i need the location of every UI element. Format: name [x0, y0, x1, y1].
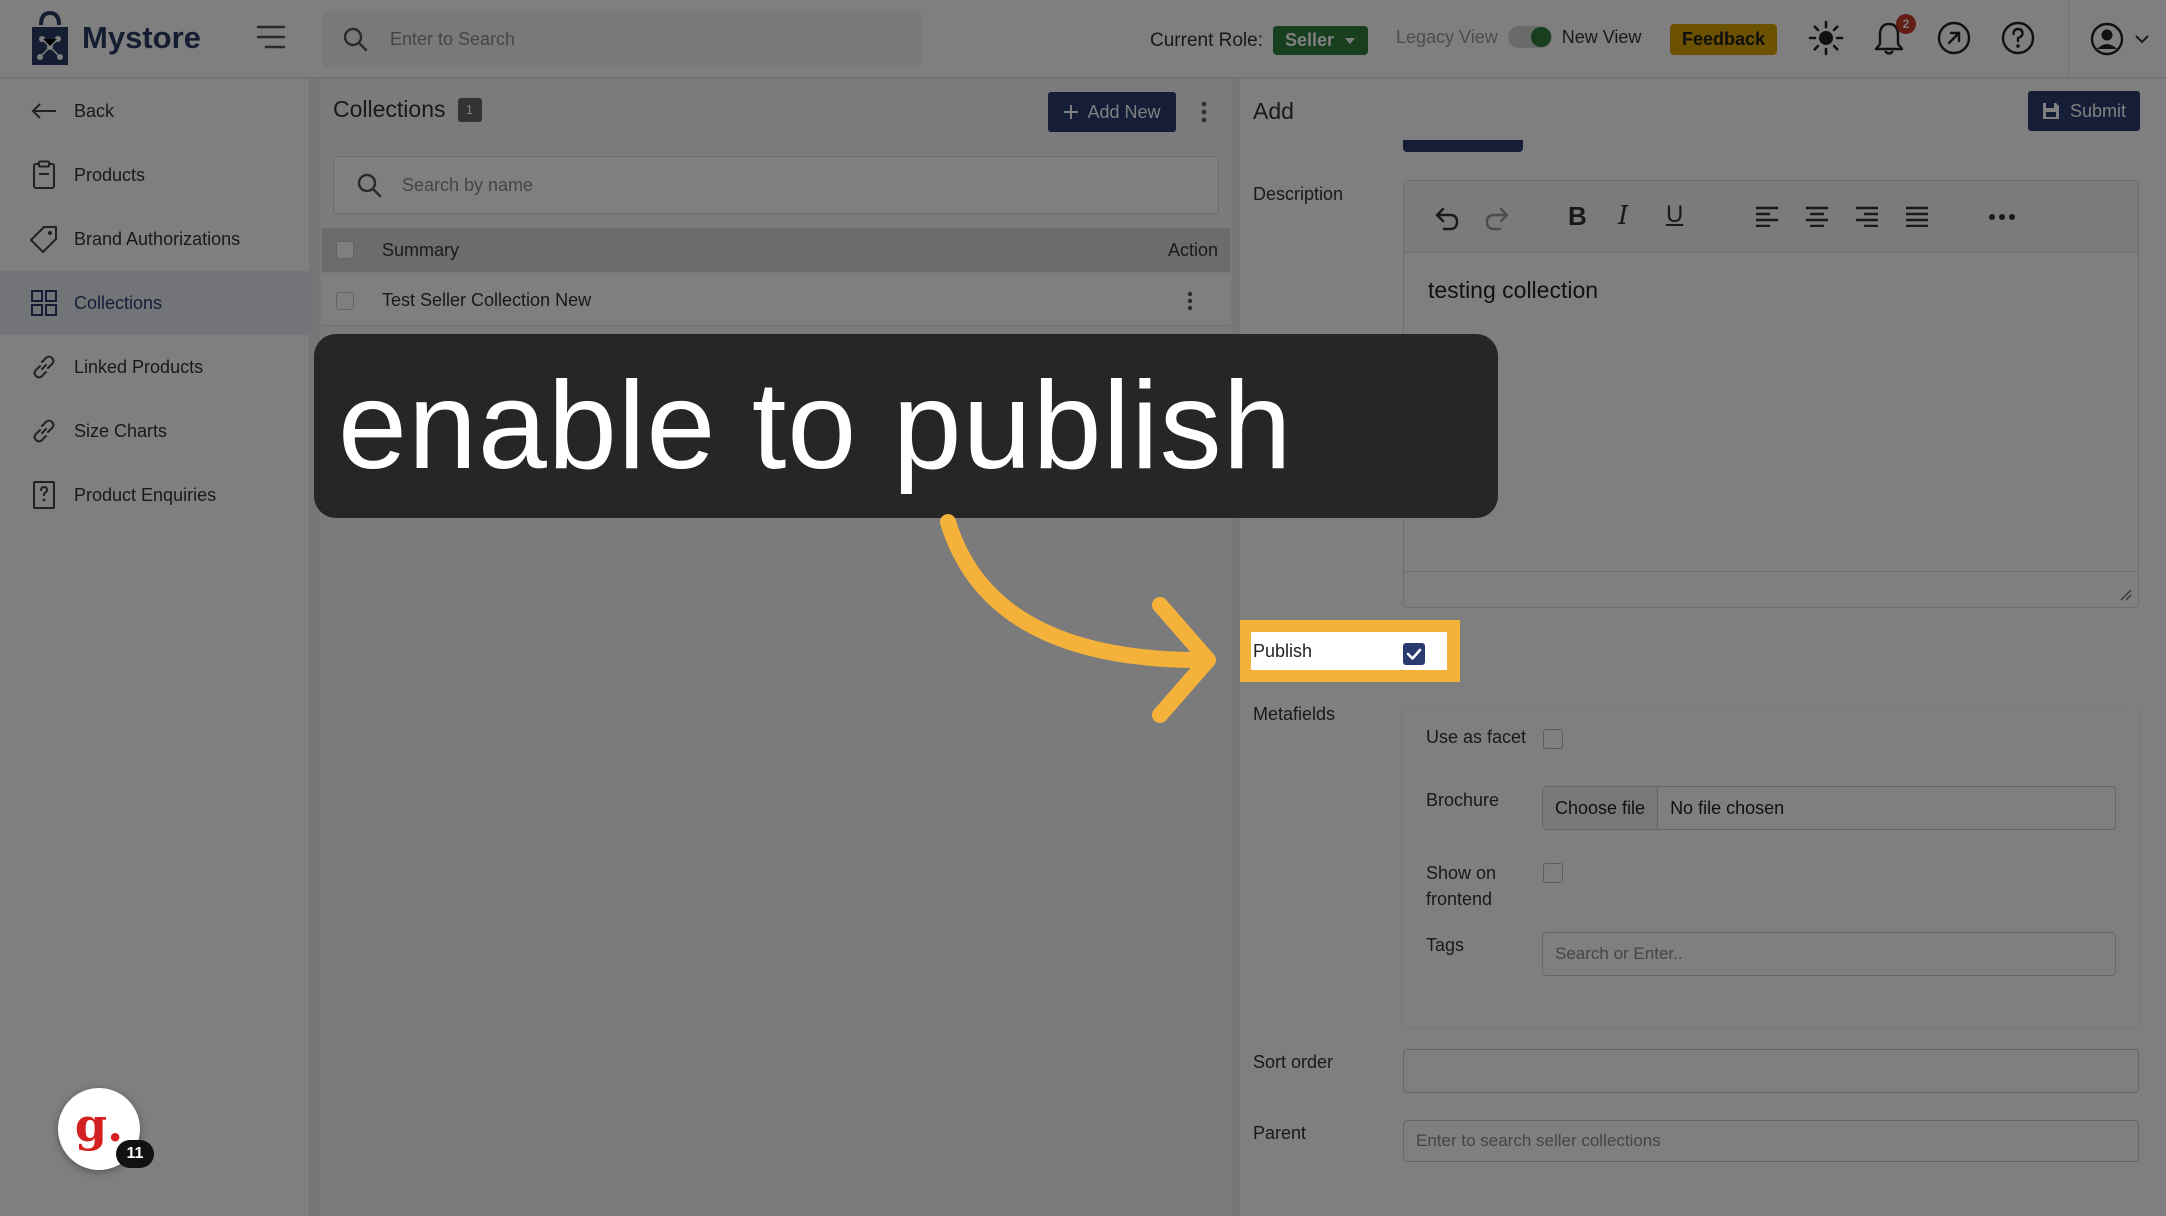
tutorial-callout: enable to publish: [314, 334, 1498, 518]
guide-step-badge: 11: [116, 1140, 154, 1168]
publish-label: Publish: [1253, 640, 1313, 661]
publish-checkbox[interactable]: [1403, 643, 1425, 665]
pointer-arrow-icon: [930, 510, 1230, 730]
callout-text: enable to publish: [338, 357, 1293, 495]
guide-logo: g.: [74, 1098, 124, 1152]
publish-field[interactable]: Publish: [1251, 632, 1447, 670]
